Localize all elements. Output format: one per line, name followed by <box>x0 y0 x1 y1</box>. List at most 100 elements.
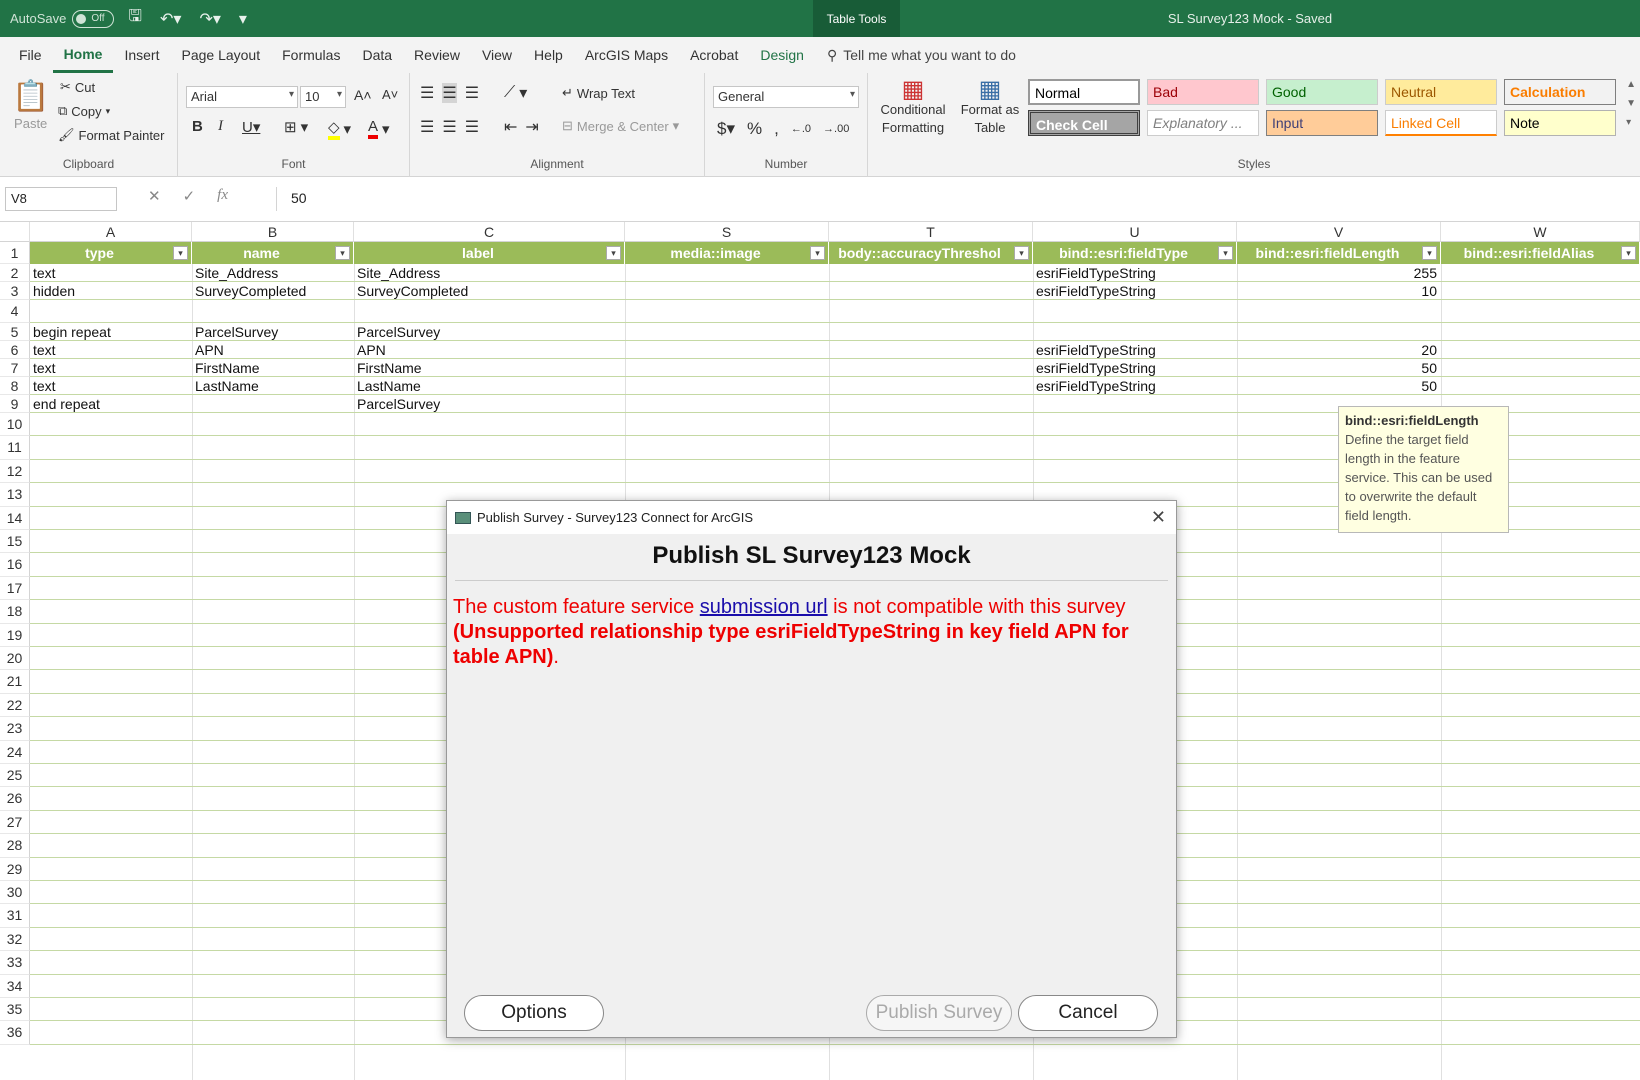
grow-font-button[interactable]: A˄ <box>354 87 372 103</box>
row-header[interactable]: 32 <box>0 927 30 952</box>
table-cell[interactable] <box>625 377 829 395</box>
cancel-icon[interactable]: ✕ <box>148 187 161 205</box>
style-calculation[interactable]: Calculation <box>1504 79 1616 105</box>
style-neutral[interactable]: Neutral <box>1385 79 1497 105</box>
shrink-font-button[interactable]: A˅ <box>382 87 398 102</box>
tell-me-search[interactable]: ⚲ Tell me what you want to do <box>815 47 1016 64</box>
column-header-v[interactable]: V <box>1237 222 1441 242</box>
formula-input[interactable]: 50 <box>276 187 1636 211</box>
row-header[interactable]: 5 <box>0 323 30 341</box>
table-cell[interactable]: 255 <box>1237 264 1441 282</box>
tab-design[interactable]: Design <box>749 37 815 73</box>
row-header[interactable]: 34 <box>0 974 30 998</box>
table-cell[interactable]: 20 <box>1237 341 1441 359</box>
row-header[interactable]: 3 <box>0 282 30 300</box>
tab-insert[interactable]: Insert <box>113 37 170 73</box>
horizontal-align-buttons[interactable]: ☰ ☰ ☰ <box>420 117 479 137</box>
row-header[interactable]: 23 <box>0 717 30 741</box>
table-cell[interactable]: text <box>30 359 192 377</box>
column-header-s[interactable]: S <box>625 222 829 242</box>
style-explanatory[interactable]: Explanatory ... <box>1147 110 1259 136</box>
customize-qat-icon[interactable]: ▾ <box>235 9 251 29</box>
wrap-text-button[interactable]: ↵ Wrap Text <box>562 85 635 101</box>
column-header-a[interactable]: A <box>30 222 192 242</box>
filter-dropdown-icon[interactable]: ▾ <box>173 246 188 260</box>
table-cell[interactable] <box>625 341 829 359</box>
number-format-buttons[interactable]: $▾%, ←.0 →.00 <box>717 119 849 139</box>
tab-data[interactable]: Data <box>351 37 403 73</box>
table-cell[interactable] <box>30 300 192 323</box>
row-header[interactable]: 6 <box>0 341 30 359</box>
table-cell[interactable] <box>625 264 829 282</box>
tab-formulas[interactable]: Formulas <box>271 37 351 73</box>
table-cell[interactable]: SurveyCompleted <box>354 282 625 300</box>
tab-file[interactable]: File <box>8 37 53 73</box>
row-header[interactable]: 16 <box>0 553 30 577</box>
tab-review[interactable]: Review <box>403 37 471 73</box>
font-name-select[interactable]: Arial <box>186 86 298 108</box>
table-cell[interactable]: FirstName <box>354 359 625 377</box>
tab-arcgis-maps[interactable]: ArcGIS Maps <box>574 37 679 73</box>
table-cell[interactable] <box>625 359 829 377</box>
row-header[interactable]: 15 <box>0 530 30 554</box>
table-cell[interactable] <box>1033 300 1237 323</box>
table-cell[interactable]: esriFieldTypeString <box>1033 341 1237 359</box>
row-header[interactable]: 20 <box>0 647 30 671</box>
table-cell[interactable]: SurveyCompleted <box>192 282 354 300</box>
font-size-select[interactable]: 10 <box>300 86 346 108</box>
table-cell[interactable] <box>1237 300 1441 323</box>
row-header[interactable]: 27 <box>0 810 30 835</box>
row-header[interactable]: 24 <box>0 740 30 764</box>
table-cell[interactable] <box>1441 300 1640 323</box>
row-header[interactable]: 31 <box>0 904 30 928</box>
filter-dropdown-icon[interactable]: ▾ <box>1422 246 1437 260</box>
row-header[interactable]: 26 <box>0 787 30 811</box>
enter-icon[interactable]: ✓ <box>183 187 196 205</box>
table-cell[interactable] <box>1441 359 1640 377</box>
table-cell[interactable] <box>829 359 1033 377</box>
table-cell[interactable]: ParcelSurvey <box>192 323 354 341</box>
table-cell[interactable]: ParcelSurvey <box>354 323 625 341</box>
insert-function-icon[interactable]: fx <box>217 187 228 205</box>
table-cell[interactable]: esriFieldTypeString <box>1033 377 1237 395</box>
table-cell[interactable] <box>1441 323 1640 341</box>
table-cell[interactable]: end repeat <box>30 395 192 413</box>
filter-dropdown-icon[interactable]: ▾ <box>606 246 621 260</box>
table-cell[interactable]: 10 <box>1237 282 1441 300</box>
table-cell[interactable]: Site_Address <box>192 264 354 282</box>
table-cell[interactable] <box>354 300 625 323</box>
table-cell[interactable]: esriFieldTypeString <box>1033 282 1237 300</box>
paste-button[interactable]: 📋 Paste <box>12 79 49 131</box>
table-cell[interactable] <box>1441 264 1640 282</box>
style-normal[interactable]: Normal <box>1028 79 1140 105</box>
font-color-button[interactable]: A ▾ <box>368 118 390 139</box>
row-header[interactable]: 9 <box>0 395 30 413</box>
table-cell[interactable]: text <box>30 341 192 359</box>
style-note[interactable]: Note <box>1504 110 1616 136</box>
tab-acrobat[interactable]: Acrobat <box>679 37 749 73</box>
row-header[interactable]: 11 <box>0 436 30 460</box>
row-header[interactable]: 8 <box>0 377 30 395</box>
filter-dropdown-icon[interactable]: ▾ <box>1014 246 1029 260</box>
table-cell[interactable] <box>1033 395 1237 413</box>
name-box[interactable]: V8 <box>5 187 117 211</box>
table-cell[interactable]: begin repeat <box>30 323 192 341</box>
orientation-button[interactable]: ⟋ ▾ <box>504 83 527 103</box>
table-cell[interactable] <box>1441 282 1640 300</box>
select-all-corner[interactable] <box>0 222 30 242</box>
table-cell[interactable]: hidden <box>30 282 192 300</box>
table-cell[interactable]: ParcelSurvey <box>354 395 625 413</box>
filter-dropdown-icon[interactable]: ▾ <box>335 246 350 260</box>
table-cell[interactable]: FirstName <box>192 359 354 377</box>
autosave-switch[interactable]: Off <box>72 9 115 28</box>
style-linked-cell[interactable]: Linked Cell <box>1385 110 1497 136</box>
column-header-b[interactable]: B <box>192 222 354 242</box>
autosave-toggle[interactable]: AutoSave Off <box>10 9 115 28</box>
tab-help[interactable]: Help <box>523 37 574 73</box>
table-cell[interactable] <box>1441 341 1640 359</box>
merge-center-button[interactable]: ⊟ Merge & Center ▾ <box>562 118 679 134</box>
column-header-u[interactable]: U <box>1033 222 1237 242</box>
vertical-align-buttons[interactable]: ☰ ☰ ☰ <box>420 83 479 103</box>
column-header-w[interactable]: W <box>1441 222 1640 242</box>
tab-view[interactable]: View <box>471 37 523 73</box>
